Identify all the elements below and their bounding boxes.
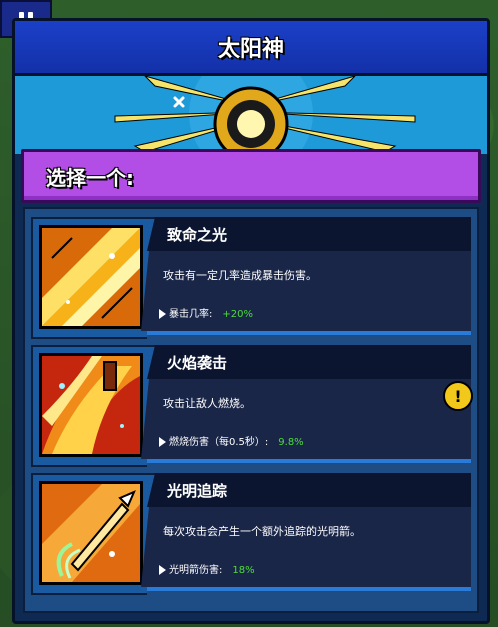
choose-banner: 选择一个: [21,149,481,203]
stat-value: 18% [232,565,255,576]
stat-label: 燃烧伤害（每0.5秒）: [169,437,269,448]
card-underline [147,331,471,335]
skill-card[interactable]: 火焰袭击 攻击让敌人燃烧。 燃烧伤害（每0.5秒）: 9.8% ! [31,345,473,467]
skill-title-bar: 光明追踪 [147,473,471,507]
stat-value: 9.8% [278,437,304,448]
skill-body: 每次攻击会产生一个额外追踪的光明箭。 光明箭伤害: 18% [141,507,471,587]
light-tracking-icon [39,481,143,585]
skill-title: 光明追踪 [167,482,228,500]
skill-card[interactable]: 光明追踪 每次攻击会产生一个额外追踪的光明箭。 光明箭伤害: 18% [31,473,471,595]
stat-arrow-icon [159,437,166,447]
sun-god-emblem-icon [114,76,416,154]
skill-stat: 暴击几率: +20% [159,305,253,320]
skill-body: 攻击让敌人燃烧。 燃烧伤害（每0.5秒）: 9.8% [141,379,471,459]
skill-title: 火焰袭击 [167,354,228,372]
stat-value: +20% [222,309,253,320]
skill-stat: 燃烧伤害（每0.5秒）: 9.8% [159,433,304,448]
hero-banner [15,76,487,154]
new-alert-icon[interactable]: ! [443,381,473,411]
flame-strike-icon [39,353,143,457]
skill-title-bar: 致命之光 [147,217,471,251]
skill-title: 致命之光 [167,226,228,244]
skill-body: 攻击有一定几率造成暴击伤害。 暴击几率: +20% [141,251,471,331]
skill-description: 攻击让敌人燃烧。 [163,397,251,410]
card-underline [147,587,471,591]
deadly-light-icon [39,225,143,329]
skill-stat: 光明箭伤害: 18% [159,561,255,576]
choose-prompt: 选择一个: [46,166,134,190]
skill-card[interactable]: 致命之光 攻击有一定几率造成暴击伤害。 暴击几率: +20% [31,217,471,339]
title-bar: 太阳神 [15,21,487,76]
stat-label: 暴击几率: [169,309,213,320]
skill-select-panel: 太阳神 选择一个: 致命之光 攻击有一定几率造成暴击伤害。 暴击几率: +20%… [12,18,490,624]
stat-label: 光明箭伤害: [169,565,223,576]
stat-arrow-icon [159,565,166,575]
skill-description: 每次攻击会产生一个额外追踪的光明箭。 [163,525,361,538]
skill-description: 攻击有一定几率造成暴击伤害。 [163,269,317,282]
stat-arrow-icon [159,309,166,319]
panel-title: 太阳神 [217,37,284,62]
skill-card-list: 致命之光 攻击有一定几率造成暴击伤害。 暴击几率: +20% 火焰袭击 攻击让敌… [23,207,479,613]
card-underline [147,459,471,463]
skill-title-bar: 火焰袭击 [147,345,471,379]
